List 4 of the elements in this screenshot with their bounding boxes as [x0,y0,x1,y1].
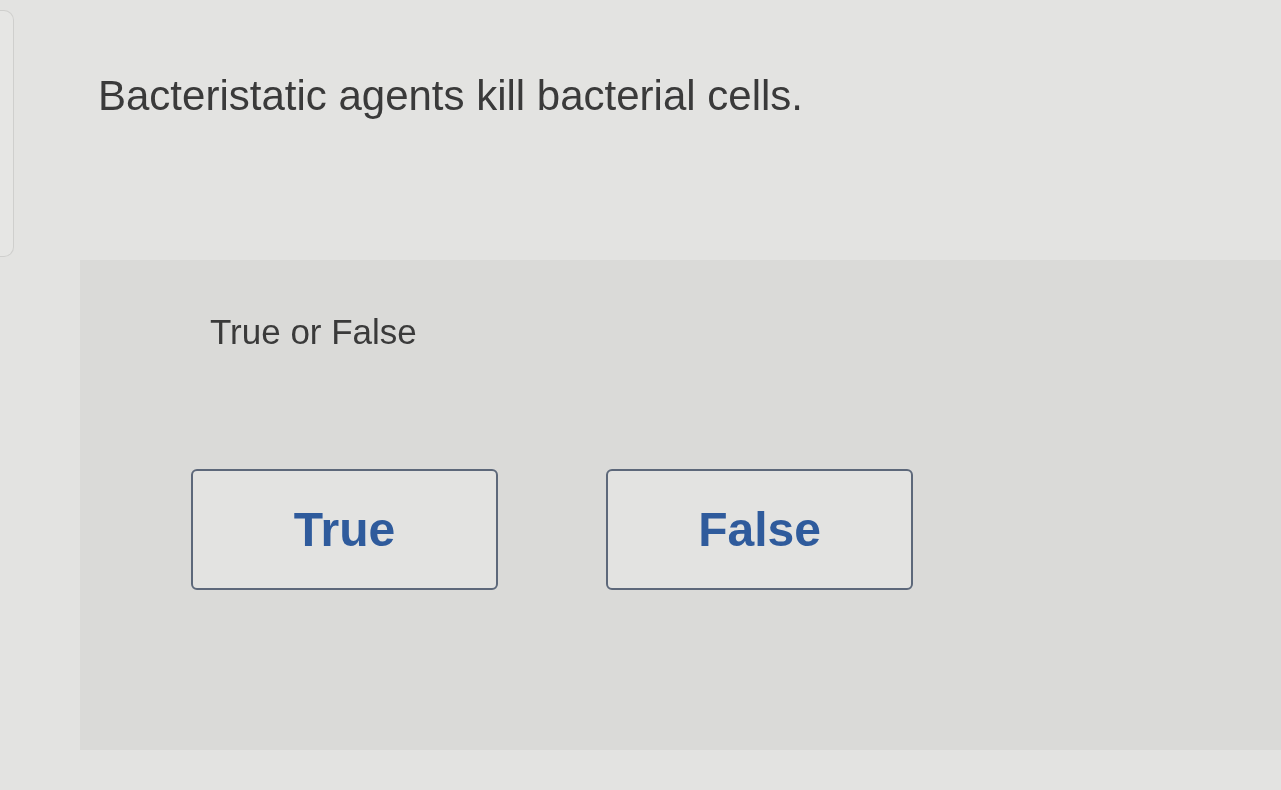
answer-option[interactable]: True [191,469,498,590]
answer-option[interactable]: False [606,469,913,590]
question-text: Bacteristatic agents kill bacterial cells. [98,71,803,121]
instruction-text: True or False [210,312,417,352]
